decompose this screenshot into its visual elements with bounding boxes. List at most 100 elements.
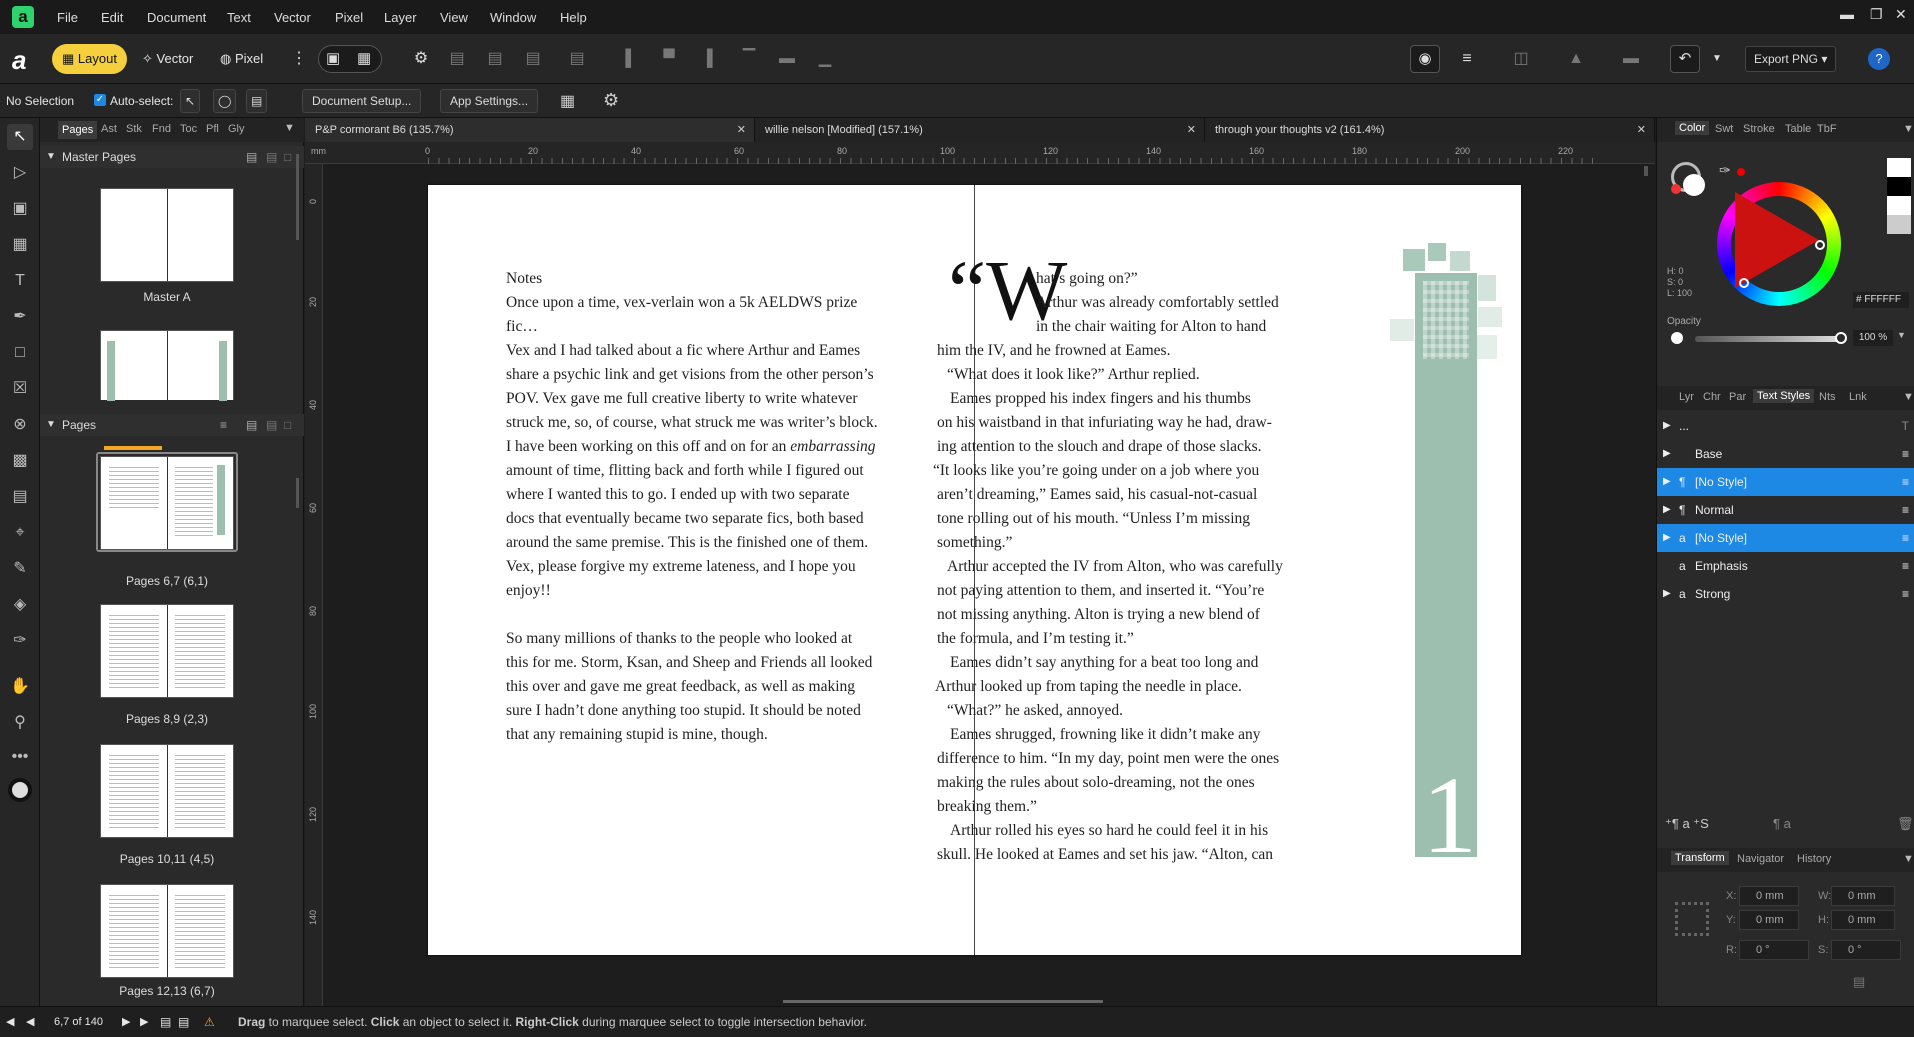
hex-input[interactable]: # FFFFFF — [1853, 292, 1909, 308]
menu-view[interactable]: View — [440, 10, 468, 25]
frame-text-icon[interactable]: ▣ — [326, 49, 340, 67]
anchor-selector[interactable] — [1675, 902, 1709, 936]
select-intersect-icon[interactable]: ◯ — [213, 89, 237, 113]
panel-menu-icon[interactable]: ▼ — [1903, 123, 1914, 135]
pages-12-13-thumbnail[interactable] — [100, 884, 234, 978]
x-field[interactable]: X: 0 mm — [1726, 886, 1799, 906]
first-page-icon[interactable]: ◀ — [6, 1007, 14, 1037]
app-settings-button[interactable]: App Settings... — [440, 89, 539, 113]
settings-gear-icon[interactable]: ⚙ — [603, 90, 619, 111]
arrange-front-icon[interactable]: ▤ — [566, 48, 588, 70]
pages-header[interactable]: ▼ Pages ≡ ▤ ▤ □ — [40, 414, 304, 436]
menu-edit[interactable]: Edit — [101, 10, 123, 25]
tab-find[interactable]: Fnd — [152, 123, 171, 135]
shape-icon[interactable]: ▲ — [1565, 48, 1587, 70]
help-icon[interactable]: ? — [1868, 48, 1890, 70]
page-spread[interactable]: Notes Once upon a time, vex-verlain won … — [428, 185, 1521, 955]
tab-stock[interactable]: Stk — [126, 123, 142, 135]
view-mode-toggle[interactable]: ▣ ▦ — [318, 45, 382, 73]
minimize-icon[interactable]: ▬ — [1840, 6, 1854, 22]
tab-paragraph[interactable]: Par — [1729, 391, 1746, 403]
h-field[interactable]: H: 0 mm — [1818, 910, 1895, 930]
duplicate-master-icon[interactable]: ▤ — [266, 146, 277, 168]
style-row-ellipsis[interactable]: ▶... T — [1657, 412, 1914, 440]
warning-icon[interactable]: ⚠ — [204, 1007, 215, 1037]
shear-field[interactable]: S: 0 ° — [1818, 940, 1901, 960]
panel-menu-icon[interactable]: ▼ — [1903, 853, 1914, 865]
move-tool-icon[interactable]: ↖ — [7, 124, 33, 150]
image-tool-icon[interactable]: ▩ — [7, 448, 33, 474]
left-text-frame[interactable]: Notes Once upon a time, vex-verlain won … — [506, 267, 926, 757]
none-color-icon[interactable] — [1671, 184, 1681, 194]
export-png-button[interactable]: Export PNG ▾ — [1745, 46, 1837, 72]
hand-tool-icon[interactable]: ✋ — [7, 674, 33, 700]
wrap-icon[interactable]: ▬ — [1620, 48, 1642, 70]
expand-icon[interactable]: ▶ — [1663, 440, 1671, 468]
pen-tool-icon[interactable]: ✒ — [7, 304, 33, 330]
delete-master-icon[interactable]: □ — [284, 146, 291, 168]
collapse-chevron-icon[interactable]: ▼ — [46, 146, 56, 168]
arrange-back-icon[interactable]: ▤ — [484, 48, 506, 70]
picture-frame-tool-icon[interactable]: ☒ — [7, 376, 33, 402]
tab-text-styles[interactable]: Text Styles — [1753, 389, 1815, 403]
close-tab-icon[interactable]: ✕ — [1187, 118, 1196, 142]
doc-tab-willie-nelson[interactable]: willie nelson [Modified] (157.1%) ✕ — [755, 118, 1205, 142]
style-row-no-style-character[interactable]: ▶ a [No Style] ≡ — [1657, 524, 1914, 552]
grid-view-icon[interactable]: ▦ — [357, 49, 371, 67]
expand-icon[interactable]: ▶ — [1663, 412, 1671, 440]
close-window-icon[interactable]: ✕ — [1895, 6, 1907, 23]
document-setup-button[interactable]: Document Setup... — [302, 89, 422, 113]
close-tab-icon[interactable]: ✕ — [737, 118, 746, 142]
duplicate-page-icon[interactable]: ▤ — [266, 414, 277, 436]
vertical-scrollbar[interactable] — [1644, 166, 1648, 176]
recent-colors[interactable] — [1887, 158, 1911, 234]
more-tools-icon[interactable]: ••• — [7, 744, 33, 770]
pages-8-9-thumbnail[interactable] — [100, 604, 234, 698]
tab-pages[interactable]: Pages — [58, 121, 98, 139]
auto-select-checkbox[interactable]: ✓ — [94, 94, 106, 106]
menu-text[interactable]: Text — [227, 10, 251, 25]
opacity-input[interactable]: 100 % — [1853, 330, 1893, 346]
style-row-strong[interactable]: ▶ a Strong ≡ — [1657, 580, 1914, 608]
master-pages-header[interactable]: ▼ Master Pages ▤ ▤ □ — [40, 146, 304, 168]
horizontal-ruler[interactable]: mm 0 20 40 60 80 100 120 140 160 180 200… — [305, 142, 1655, 164]
grid-icon[interactable]: ▦ — [560, 91, 575, 111]
restore-icon[interactable]: ❐ — [1870, 6, 1883, 23]
eyedropper-icon[interactable]: ✑ — [1719, 162, 1731, 179]
select-contain-icon[interactable]: ▤ — [246, 89, 268, 113]
baseline-grid-icon[interactable]: ≡ — [1456, 48, 1478, 70]
node-tool-icon[interactable]: ▷ — [7, 160, 33, 186]
expand-icon[interactable]: ▶ — [1663, 524, 1671, 552]
tab-toc[interactable]: Toc — [180, 123, 197, 135]
menu-layer[interactable]: Layer — [384, 10, 417, 25]
vector-persona-button[interactable]: ✧ Vector — [132, 44, 203, 74]
arrange-forward-icon[interactable]: ▤ — [522, 48, 544, 70]
expand-icon[interactable]: ▶ — [1663, 580, 1671, 608]
style-menu-icon[interactable]: ≡ — [1902, 552, 1909, 580]
color-swatch-icon[interactable] — [8, 778, 32, 802]
fill-tool-icon[interactable]: ✎ — [7, 556, 33, 582]
page-options-icon[interactable]: ≡ — [220, 414, 227, 436]
delete-style-icon[interactable]: 🗑 — [1897, 816, 1914, 832]
close-tab-icon[interactable]: ✕ — [1637, 118, 1646, 142]
spread-view-icon[interactable]: ▤ — [178, 1007, 189, 1037]
page-indicator[interactable]: 6,7 of 140 — [54, 1007, 103, 1037]
tab-notes[interactable]: Nts — [1819, 391, 1836, 403]
style-menu-icon[interactable]: ≡ — [1902, 580, 1909, 608]
artistic-text-tool-icon[interactable]: T — [7, 268, 33, 294]
tab-navigator[interactable]: Navigator — [1737, 853, 1784, 865]
menu-window[interactable]: Window — [490, 10, 536, 25]
transform-options-icon[interactable]: ▤ — [1853, 974, 1865, 990]
menu-pixel[interactable]: Pixel — [335, 10, 363, 25]
expand-icon[interactable]: ▶ — [1663, 468, 1671, 496]
style-row-base[interactable]: ▶ Base ≡ — [1657, 440, 1914, 468]
page-view-icon[interactable]: ▤ — [160, 1007, 171, 1037]
master-scrollbar[interactable] — [296, 154, 299, 240]
pages-10-11-thumbnail[interactable] — [100, 744, 234, 838]
layout-persona-button[interactable]: ▦ Layout — [52, 44, 127, 74]
previous-page-icon[interactable]: ◀ — [26, 1007, 34, 1037]
style-menu-icon[interactable]: ≡ — [1902, 496, 1909, 524]
assistant-icon[interactable]: ↶ — [1670, 45, 1700, 73]
add-style-icon[interactable]: ⁺¶ a ⁺S — [1665, 816, 1709, 832]
style-menu-icon[interactable]: ≡ — [1902, 524, 1909, 552]
